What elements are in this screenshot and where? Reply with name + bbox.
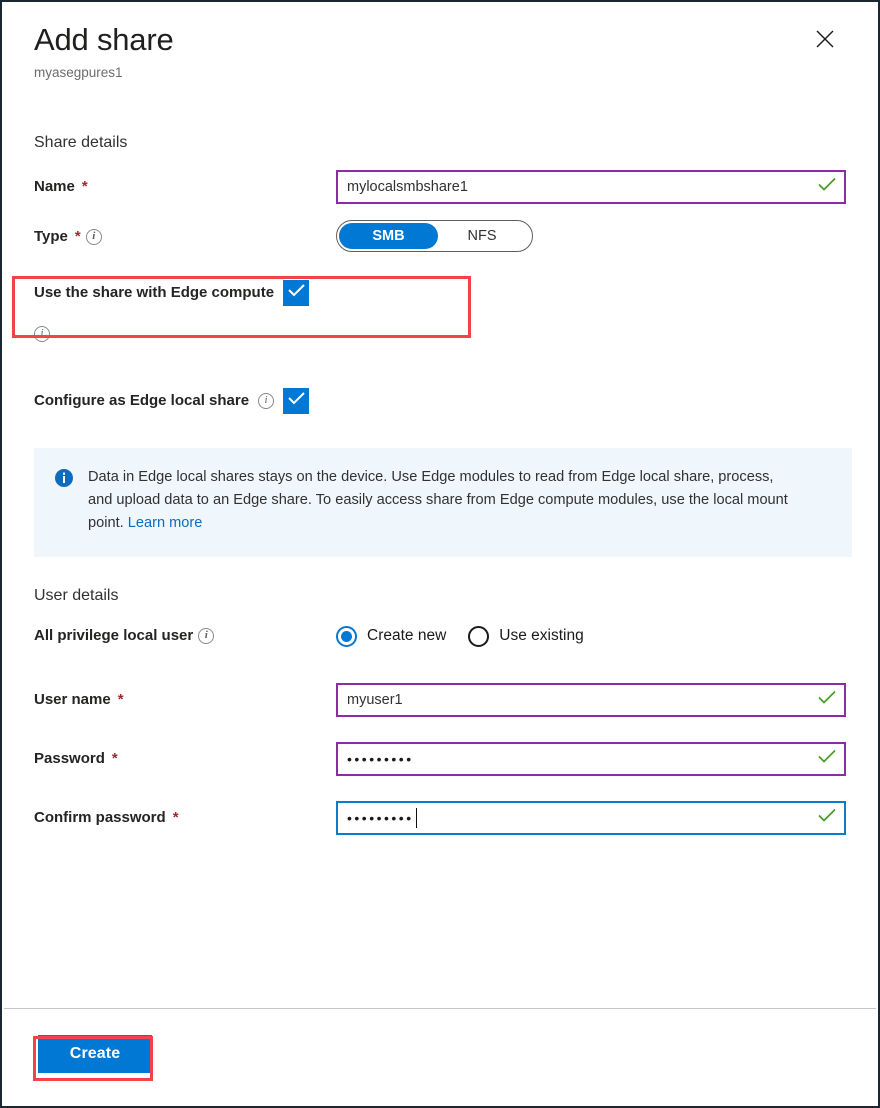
type-toggle[interactable]: SMB NFS bbox=[336, 220, 533, 252]
all-privilege-local-user-row: All privilege local user Create new Use … bbox=[34, 619, 846, 653]
edge-local-share-info-icon[interactable] bbox=[258, 393, 275, 409]
confirm-password-label-text: Confirm password bbox=[34, 809, 166, 826]
all-privilege-info-icon[interactable] bbox=[198, 628, 215, 644]
radio-selected-icon bbox=[336, 625, 357, 647]
confirm-password-label: Confirm password * bbox=[34, 801, 336, 835]
user-name-row: User name * bbox=[34, 683, 846, 717]
text-cursor bbox=[416, 808, 417, 828]
check-icon bbox=[287, 392, 305, 410]
password-label: Password * bbox=[34, 742, 336, 776]
type-info-icon[interactable] bbox=[85, 229, 102, 245]
confirm-password-required-marker: * bbox=[172, 809, 179, 826]
type-label: Type * bbox=[34, 220, 336, 254]
all-privilege-label-text: All privilege local user bbox=[34, 627, 194, 644]
password-field-wrapper: ••••••••• bbox=[336, 742, 846, 776]
check-icon bbox=[287, 284, 305, 302]
edge-compute-info-icon[interactable] bbox=[34, 326, 50, 342]
password-label-text: Password bbox=[34, 750, 105, 767]
password-row: Password * ••••••••• bbox=[34, 742, 846, 776]
name-required-marker: * bbox=[81, 178, 88, 195]
edge-compute-row: Use the share with Edge compute bbox=[34, 280, 846, 342]
radio-use-existing-label: Use existing bbox=[499, 627, 584, 644]
dialog-body: Share details Name * Type * bbox=[2, 110, 878, 1008]
type-option-smb[interactable]: SMB bbox=[339, 223, 438, 249]
learn-more-link[interactable]: Learn more bbox=[128, 515, 203, 531]
all-privilege-radio-group: Create new Use existing bbox=[336, 619, 584, 653]
name-input[interactable] bbox=[336, 170, 846, 204]
user-name-field-wrapper bbox=[336, 683, 846, 717]
page-title: Add share bbox=[34, 22, 174, 57]
confirm-password-input[interactable] bbox=[336, 801, 846, 835]
dialog-header: Add share myasegpures1 bbox=[2, 2, 878, 110]
type-option-nfs[interactable]: NFS bbox=[438, 223, 526, 249]
create-button[interactable]: Create bbox=[38, 1035, 152, 1073]
password-required-marker: * bbox=[111, 750, 118, 767]
info-filled-icon bbox=[54, 468, 74, 535]
edge-local-share-checkbox[interactable] bbox=[283, 388, 310, 414]
radio-use-existing[interactable]: Use existing bbox=[468, 625, 584, 647]
user-name-label-text: User name bbox=[34, 691, 111, 708]
type-row: Type * SMB NFS bbox=[34, 220, 846, 254]
user-name-input[interactable] bbox=[336, 683, 846, 717]
close-button[interactable] bbox=[810, 24, 840, 54]
user-details-heading: User details bbox=[34, 587, 119, 604]
name-label-text: Name bbox=[34, 178, 75, 195]
name-field-wrapper bbox=[336, 170, 846, 204]
edge-local-share-row: Configure as Edge local share bbox=[34, 388, 846, 414]
user-name-label: User name * bbox=[34, 683, 336, 717]
edge-compute-checkbox[interactable] bbox=[283, 280, 310, 306]
radio-unselected-icon bbox=[468, 625, 490, 647]
info-banner: Data in Edge local shares stays on the d… bbox=[34, 448, 852, 557]
radio-create-new-label: Create new bbox=[367, 627, 447, 644]
confirm-password-row: Confirm password * ••••••••• bbox=[34, 801, 846, 835]
name-row: Name * bbox=[34, 170, 846, 204]
name-label: Name * bbox=[34, 170, 336, 204]
add-share-dialog: Add share myasegpures1 Share details Nam… bbox=[0, 0, 880, 1108]
all-privilege-local-user-label: All privilege local user bbox=[34, 619, 336, 653]
radio-create-new[interactable]: Create new bbox=[336, 625, 447, 647]
password-input[interactable] bbox=[336, 742, 846, 776]
dialog-subtitle: myasegpures1 bbox=[34, 65, 123, 80]
edge-local-share-label: Configure as Edge local share bbox=[34, 392, 250, 409]
info-banner-text: Data in Edge local shares stays on the d… bbox=[88, 466, 800, 535]
dialog-footer: Create bbox=[4, 1008, 876, 1104]
user-name-required-marker: * bbox=[117, 691, 124, 708]
close-icon bbox=[815, 29, 835, 49]
edge-compute-line: Use the share with Edge compute bbox=[34, 280, 454, 342]
edge-local-share-line: Configure as Edge local share bbox=[34, 388, 454, 414]
edge-compute-label: Use the share with Edge compute bbox=[34, 284, 275, 301]
type-label-text: Type bbox=[34, 228, 68, 245]
confirm-password-field-wrapper: ••••••••• bbox=[336, 801, 846, 835]
share-details-heading: Share details bbox=[34, 134, 128, 151]
type-required-marker: * bbox=[74, 228, 81, 245]
